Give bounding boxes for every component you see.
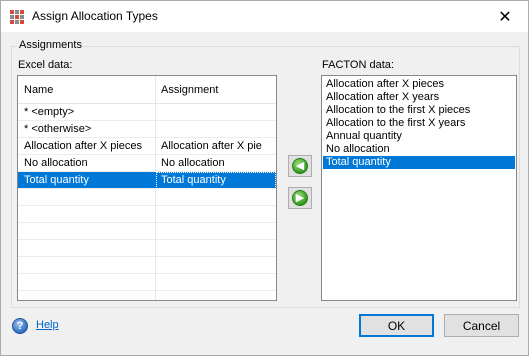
empty-row — [18, 240, 276, 257]
cell-name: No allocation — [24, 157, 88, 169]
list-item[interactable]: Allocation after X pieces — [323, 78, 515, 91]
excel-data-grid[interactable]: Name Assignment * <empty> * <otherwise> … — [17, 75, 277, 301]
ok-button[interactable]: OK — [359, 314, 434, 337]
empty-row — [18, 274, 276, 291]
column-header-assignment[interactable]: Assignment — [161, 84, 218, 96]
list-item[interactable]: Annual quantity — [323, 130, 515, 143]
list-item-selected[interactable]: Total quantity — [323, 156, 515, 169]
empty-row — [18, 257, 276, 274]
empty-row — [18, 189, 276, 206]
cell-assignment[interactable]: No allocation — [161, 157, 274, 169]
cancel-button[interactable]: Cancel — [444, 314, 519, 337]
cell-name: Total quantity — [24, 174, 89, 186]
help-question-icon[interactable]: ? — [12, 318, 28, 334]
green-arrow-left-icon: ◀ — [292, 158, 308, 174]
title-bar: Assign Allocation Types ✕ — [1, 1, 528, 32]
list-item[interactable]: No allocation — [323, 143, 515, 156]
assign-allocation-dialog: Assign Allocation Types ✕ Assignments Ex… — [0, 0, 529, 356]
facton-data-list[interactable]: Allocation after X pieces Allocation aft… — [321, 75, 517, 301]
close-button[interactable]: ✕ — [482, 1, 528, 32]
cell-assignment[interactable]: Total quantity — [161, 174, 274, 186]
table-row[interactable]: * <otherwise> — [18, 121, 276, 138]
empty-row — [18, 223, 276, 240]
column-header-name[interactable]: Name — [24, 84, 53, 96]
cell-assignment[interactable]: Allocation after X pie — [161, 140, 274, 152]
table-row[interactable]: Allocation after X pieces Allocation aft… — [18, 138, 276, 155]
list-item[interactable]: Allocation after X years — [323, 91, 515, 104]
empty-row — [18, 206, 276, 223]
table-row-selected[interactable]: Total quantity Total quantity — [18, 172, 276, 189]
help-link[interactable]: Help — [36, 319, 59, 331]
grid-header: Name Assignment — [18, 76, 276, 104]
cell-name: * <otherwise> — [24, 123, 92, 135]
list-item[interactable]: Allocation to the first X years — [323, 117, 515, 130]
assignments-group-title: Assignments — [17, 39, 84, 51]
cell-name: Allocation after X pieces — [24, 140, 143, 152]
table-row[interactable]: * <empty> — [18, 104, 276, 121]
table-row[interactable]: No allocation No allocation — [18, 155, 276, 172]
facton-data-label: FACTON data: — [322, 59, 394, 71]
assign-left-button[interactable]: ◀ — [288, 155, 312, 177]
green-arrow-right-icon: ▶ — [292, 190, 308, 206]
window-title: Assign Allocation Types — [32, 9, 158, 23]
cell-name: * <empty> — [24, 106, 75, 118]
list-item[interactable]: Allocation to the first X pieces — [323, 104, 515, 117]
excel-data-label: Excel data: — [18, 59, 73, 71]
assign-right-button[interactable]: ▶ — [288, 187, 312, 209]
app-grid-icon — [10, 10, 24, 24]
